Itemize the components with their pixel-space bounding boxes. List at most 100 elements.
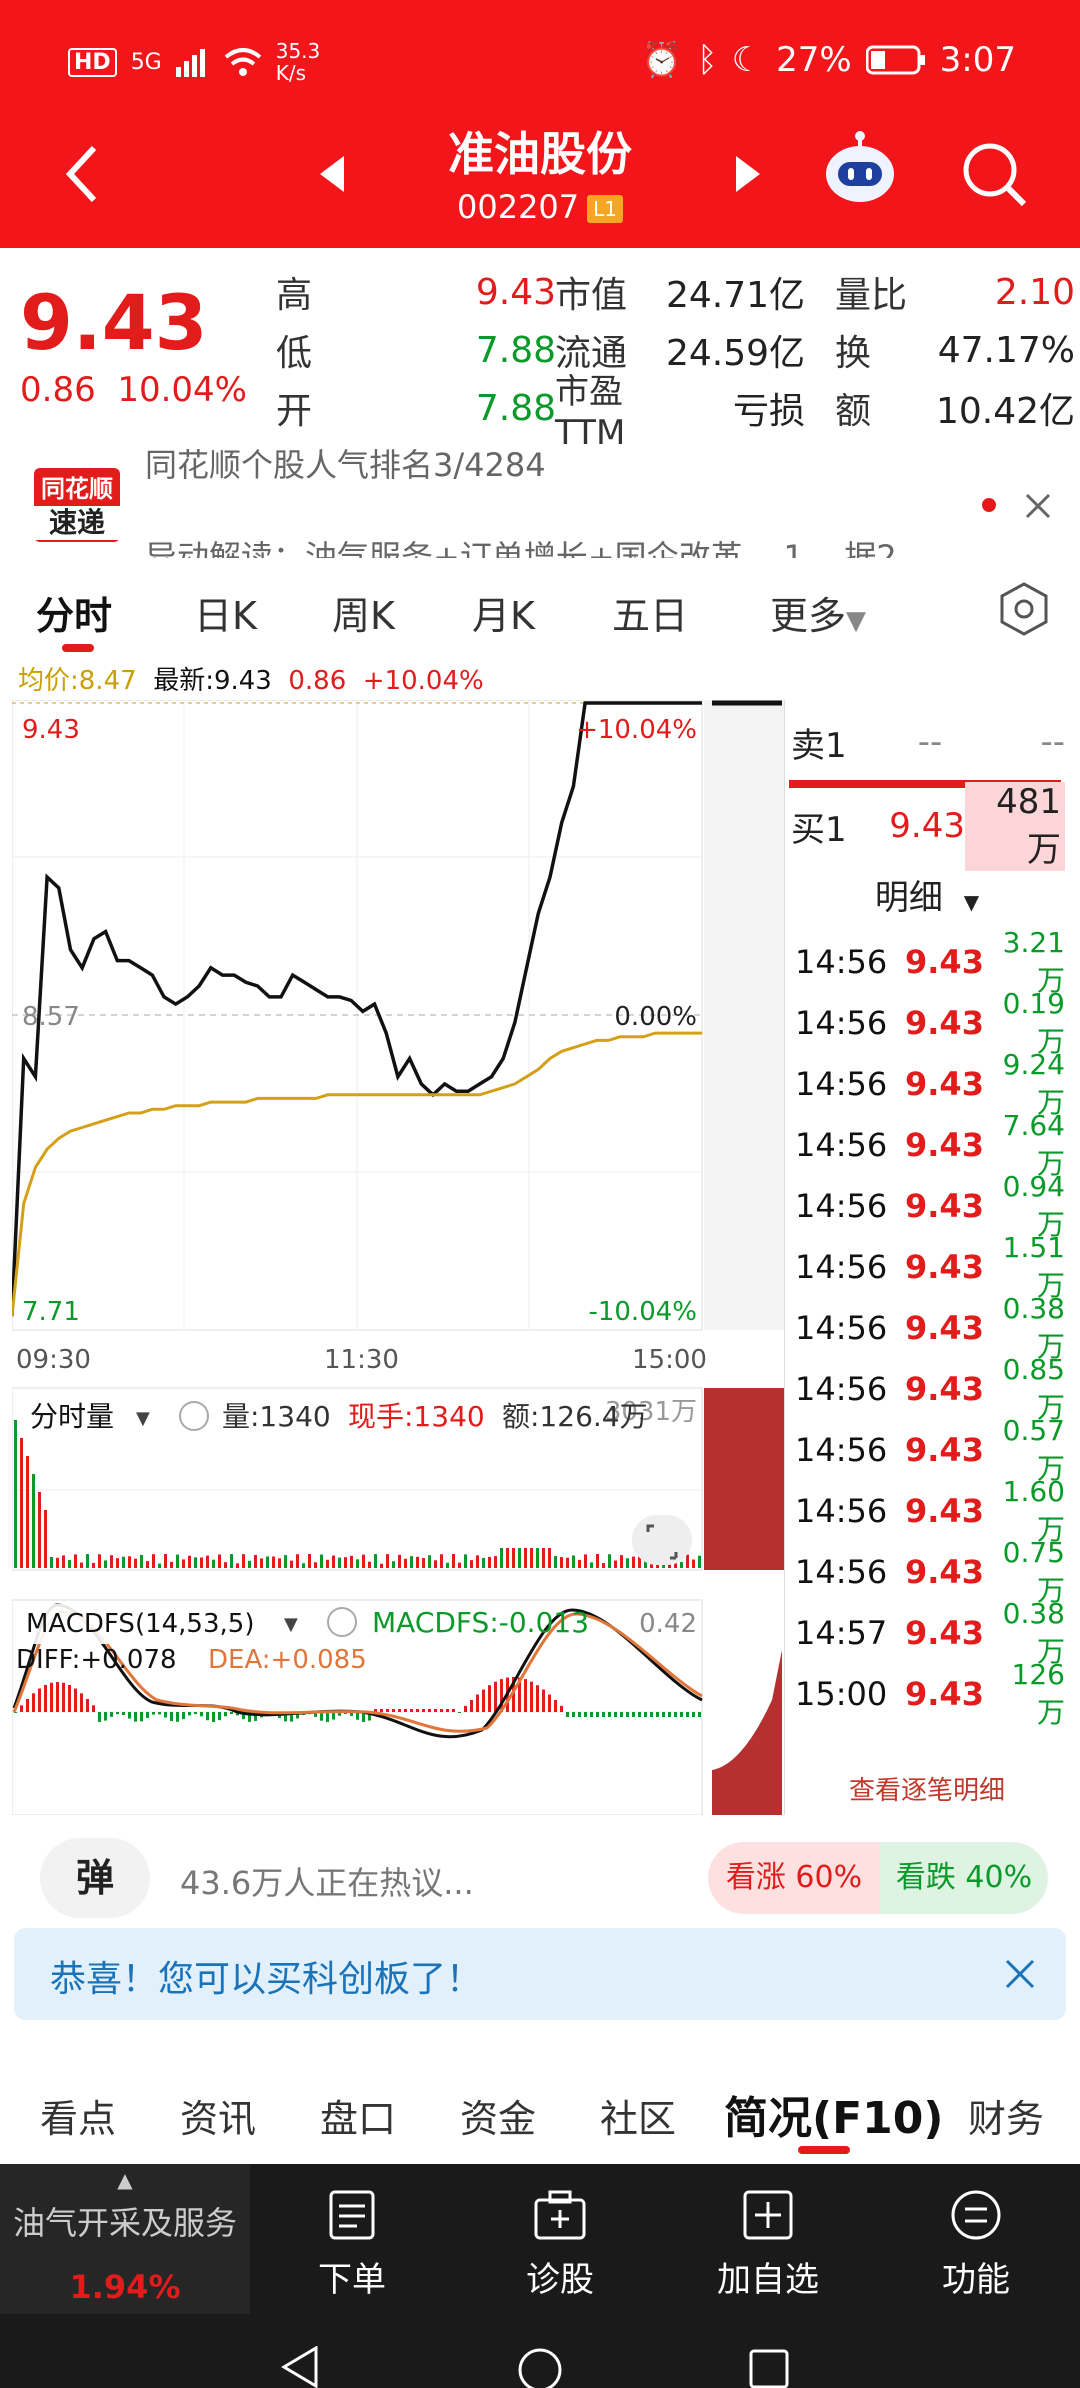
tick-price: 9.43 (905, 1370, 984, 1408)
macd-bar (428, 1709, 431, 1712)
volume-bar (560, 1557, 563, 1568)
tab-monthly-k[interactable]: 月K (472, 585, 535, 640)
volume-bar (398, 1554, 401, 1568)
next-stock-icon[interactable] (732, 156, 762, 192)
tab-funds[interactable]: 资金 (460, 2088, 536, 2143)
macd-bar (452, 1709, 455, 1712)
tab-intraday[interactable]: 分时 (36, 585, 112, 640)
volume-bar (458, 1562, 461, 1568)
tick-time: 14:56 (795, 1187, 888, 1225)
close-icon[interactable] (1024, 492, 1052, 520)
macd-bar (644, 1712, 647, 1717)
macd-bar (230, 1712, 233, 1715)
tick-price: 9.43 (905, 1431, 984, 1469)
volume-label[interactable]: 分时量 (30, 1400, 114, 1433)
nav-back-icon[interactable] (280, 2346, 324, 2388)
volume-bar (314, 1562, 317, 1568)
macd-bar (578, 1712, 581, 1717)
macd-bar (164, 1712, 167, 1718)
place-order-button[interactable]: 下单 (282, 2188, 422, 2301)
tab-f10[interactable]: 简况(F10) (724, 2082, 944, 2146)
macd-bar (110, 1712, 113, 1717)
volume-bar (296, 1554, 299, 1568)
volume-bar (44, 1510, 47, 1568)
vote-down-button[interactable]: 看跌 40% (880, 1842, 1048, 1914)
sell-1-row[interactable]: 卖1 -- -- (785, 710, 1069, 774)
intraday-chart[interactable]: 9.43 8.57 7.71 +10.04% 0.00% -10.04% 09:… (10, 699, 784, 1816)
volume-bar (356, 1559, 359, 1568)
discussion-bar[interactable]: 弹 43.6万人正在热议... 看涨 60% 看跌 40% (0, 1830, 1080, 1930)
value-pe: 亏损 (732, 391, 805, 432)
sector-info[interactable]: ▲ 油气开采及服务 1.94% (0, 2164, 250, 2314)
search-icon[interactable] (960, 140, 1030, 210)
place-order-label: 下单 (318, 2260, 386, 2300)
tab-five-day[interactable]: 五日 (612, 585, 688, 640)
bullet-comment-button[interactable]: 弹 (40, 1838, 150, 1918)
robot-assistant-icon[interactable] (820, 130, 900, 210)
tab-finance[interactable]: 财务 (968, 2088, 1044, 2143)
label-amount: 额 (835, 391, 872, 432)
vote-up-button[interactable]: 看涨 60% (708, 1842, 880, 1914)
tick-row: 15:00 9.43 126万 (795, 1658, 1065, 1729)
volume-bar (506, 1548, 509, 1568)
nav-recents-icon[interactable] (748, 2348, 790, 2388)
macd-bar (116, 1712, 119, 1715)
expand-icon[interactable] (632, 1515, 692, 1565)
diagnose-button[interactable]: 诊股 (490, 2188, 630, 2301)
news-banner[interactable]: 同花顺 速递 同花顺个股人气排名3/4284 异动解读：油气服务+订单增长+国企… (0, 448, 1080, 558)
add-watchlist-button[interactable]: 加自选 (698, 2188, 838, 2301)
tick-row: 14:56 9.43 0.19万 (795, 987, 1065, 1058)
volume-bar (38, 1492, 41, 1568)
tab-news[interactable]: 资讯 (180, 2088, 256, 2143)
macd-bar (104, 1712, 107, 1721)
settings-hex-icon[interactable] (998, 581, 1050, 637)
macd-label[interactable]: MACDFS(14,53,5) (26, 1609, 254, 1639)
volume-bar (26, 1456, 29, 1568)
detail-header[interactable]: 明细 ▼ (785, 870, 1069, 919)
macd-bar (464, 1705, 467, 1712)
volume-bar (200, 1557, 203, 1568)
macd-bar (620, 1712, 623, 1717)
volume-bar (254, 1555, 257, 1568)
macd-bar (146, 1712, 149, 1718)
buy-1-row[interactable]: 买1 9.43 481万 (785, 781, 1069, 871)
x-tick-noon: 11:30 (324, 1345, 399, 1375)
functions-button[interactable]: 功能 (906, 2188, 1046, 2301)
tick-volume: 126万 (1011, 1657, 1065, 1729)
tab-more[interactable]: 更多▼ (770, 585, 866, 640)
intraday-chart-area[interactable]: 9.43 8.57 7.71 +10.04% 0.00% -10.04% 09:… (10, 699, 784, 1816)
tab-orderbook[interactable]: 盘口 (320, 2088, 396, 2143)
view-all-ticks-link[interactable]: 查看逐笔明细 (785, 1770, 1069, 1807)
volume-now: 现手:1340 (348, 1400, 485, 1433)
macd-bar (434, 1709, 437, 1712)
volume-bar (386, 1554, 389, 1568)
moon-icon: ☾ (731, 40, 763, 80)
star-market-notice[interactable]: 恭喜！您可以买科创板了！ (14, 1928, 1066, 2020)
help-icon[interactable] (179, 1401, 209, 1431)
change-pct: 10.04% (117, 370, 247, 410)
macd-help-icon[interactable] (327, 1607, 357, 1637)
volume-bar (470, 1560, 473, 1568)
macd-bar (44, 1684, 47, 1712)
volume-bar (212, 1559, 215, 1568)
volume-bar (488, 1556, 491, 1568)
tab-weekly-k[interactable]: 周K (332, 585, 395, 640)
volume-bar (626, 1558, 629, 1568)
macd-bar (590, 1712, 593, 1717)
nav-home-icon[interactable] (516, 2346, 564, 2388)
tab-community[interactable]: 社区 (600, 2088, 676, 2143)
macd-bar (182, 1712, 185, 1720)
value-low: 7.88 (475, 329, 556, 371)
volume-bar (596, 1554, 599, 1568)
macd-bar (446, 1709, 449, 1712)
volume-bar (218, 1554, 221, 1568)
value-vol-ratio: 2.10 (994, 271, 1075, 313)
tab-daily-k[interactable]: 日K (194, 585, 257, 640)
label-vol-ratio: 量比 (835, 275, 908, 316)
volume-bar (14, 1420, 17, 1568)
notice-close-icon[interactable] (1004, 1958, 1036, 1990)
tab-highlights[interactable]: 看点 (40, 2088, 116, 2143)
bottom-action-bar: ▲ 油气开采及服务 1.94% 下单 诊股 加自选 功能 (0, 2164, 1080, 2388)
tick-list[interactable]: 14:56 9.43 3.21万 14:56 9.43 0.19万 14:56 9.43 9.2… (785, 922, 1069, 1772)
volume-bar (500, 1548, 503, 1568)
